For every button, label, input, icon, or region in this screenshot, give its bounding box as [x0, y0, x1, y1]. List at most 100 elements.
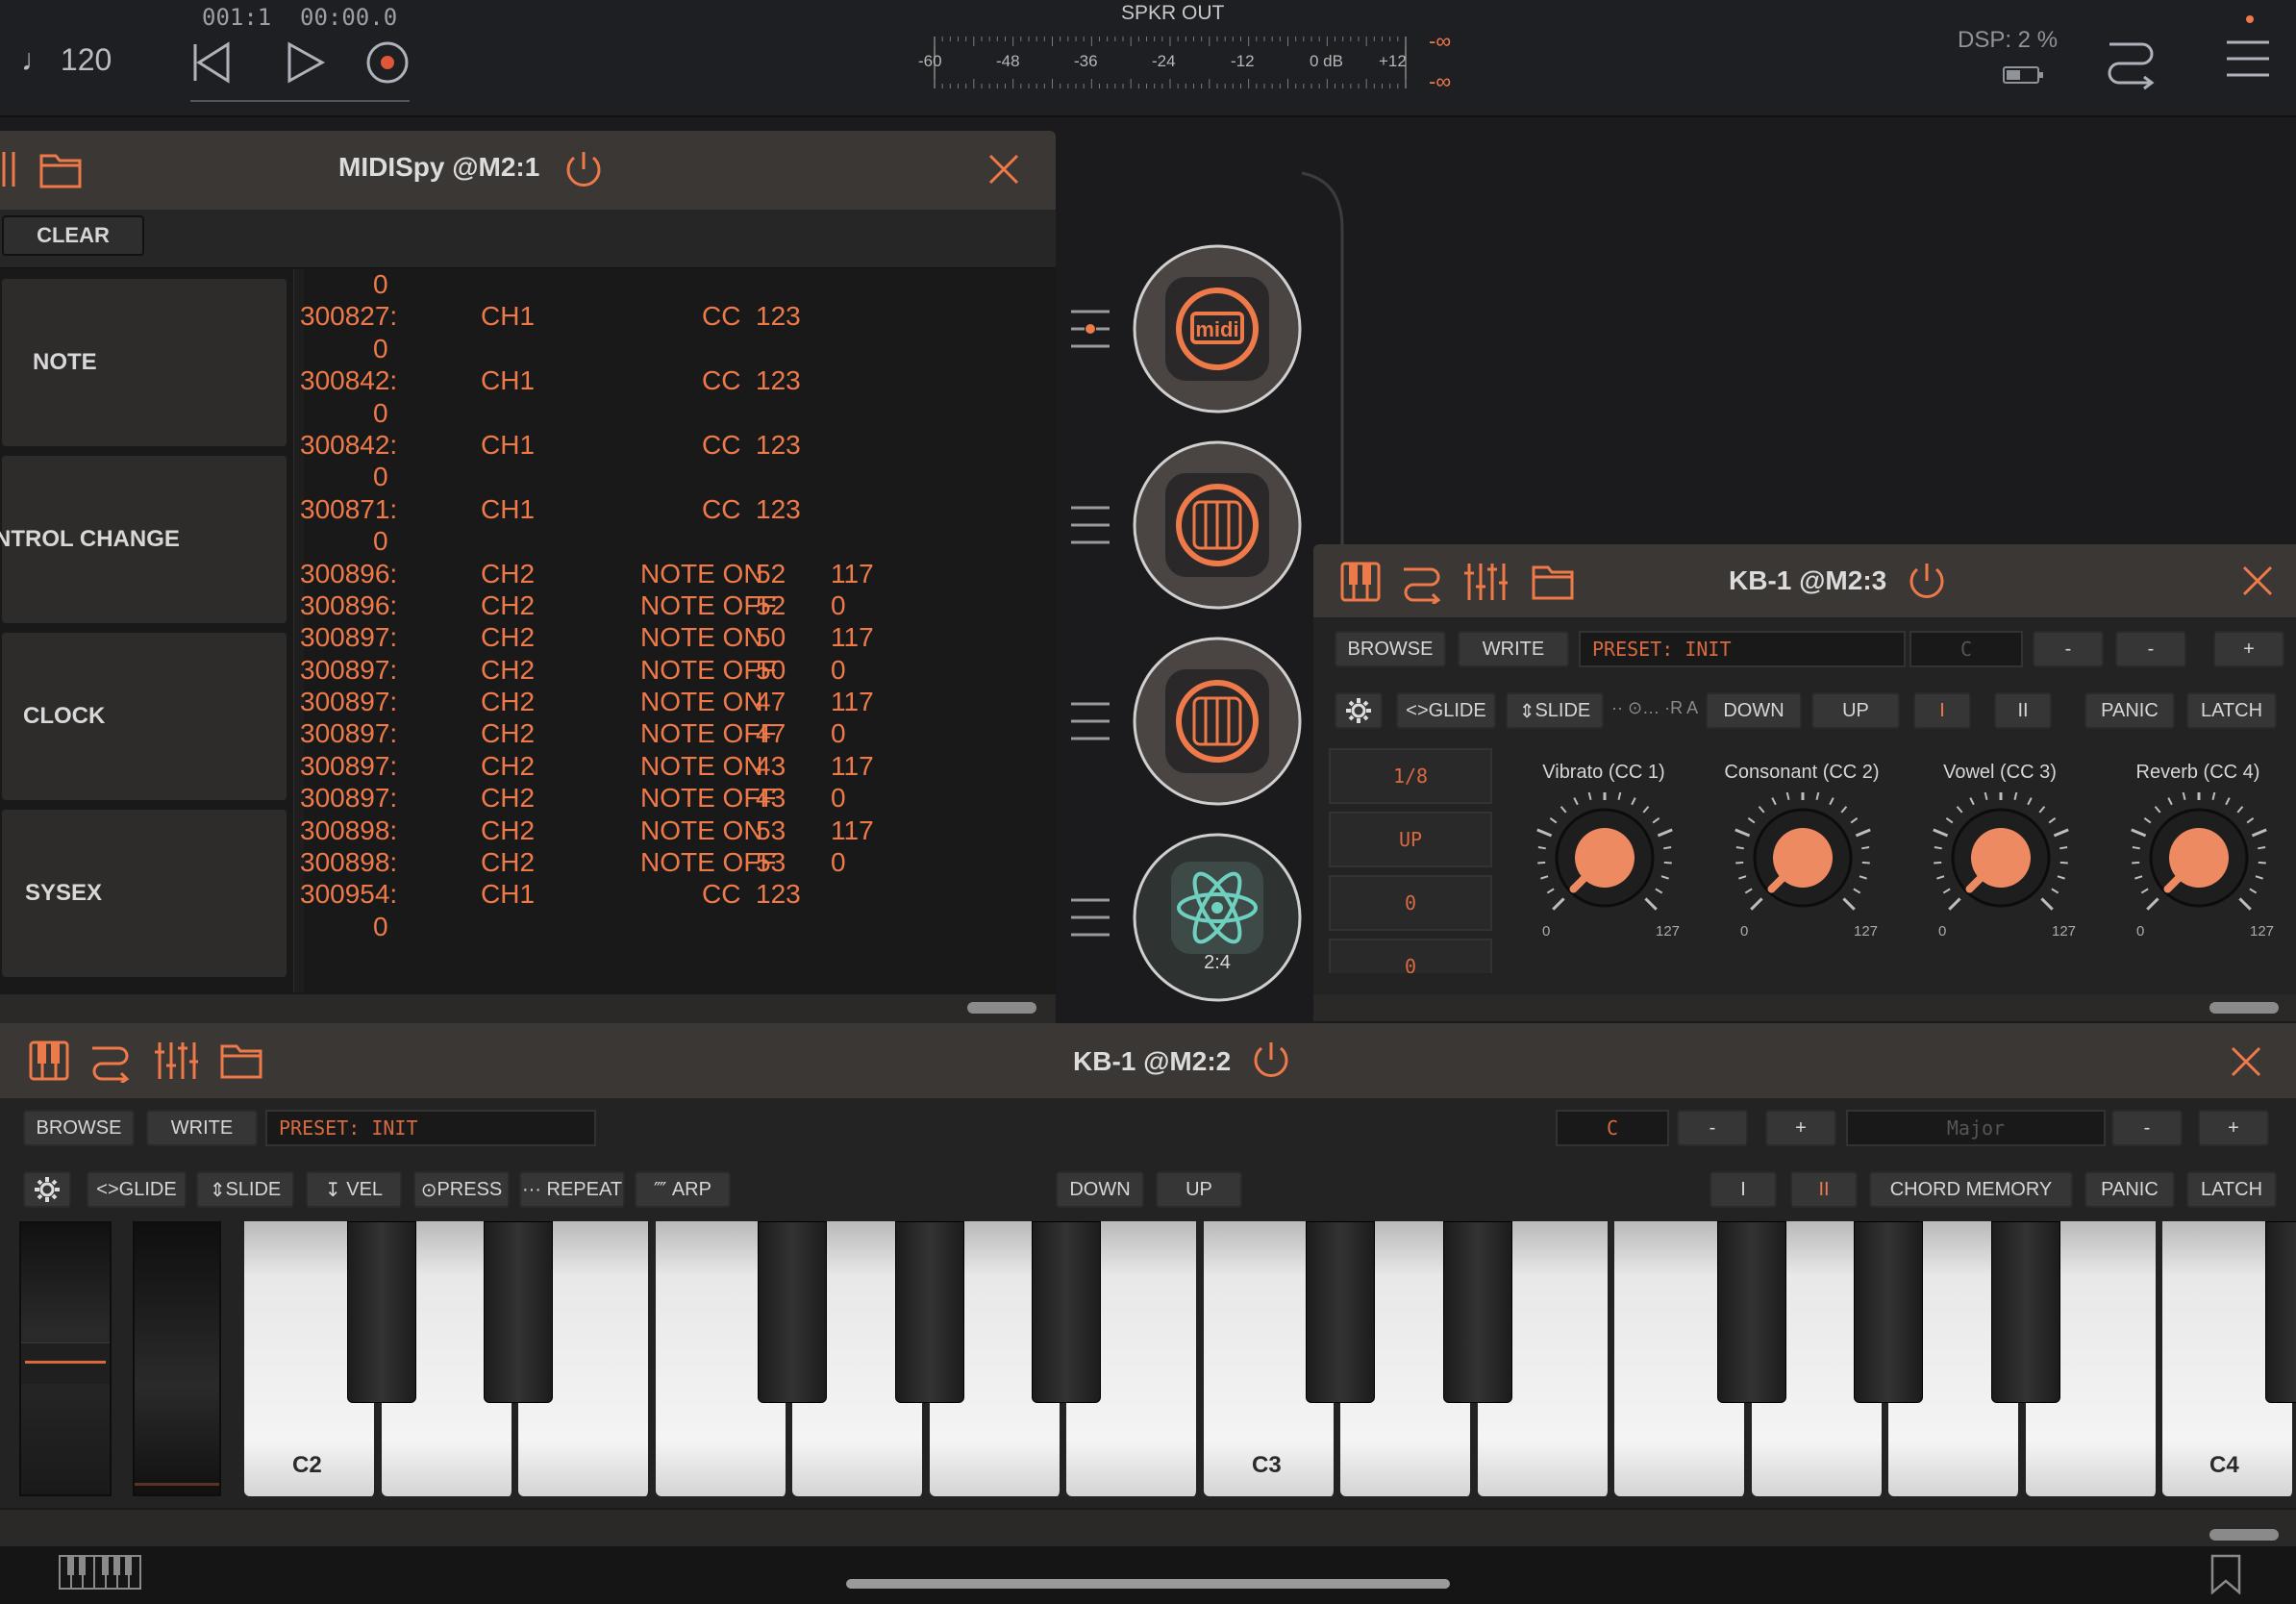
keyboard-dock-button[interactable] [58, 1554, 144, 1592]
kb2-latch-button[interactable]: LATCH [2186, 1171, 2277, 1208]
consonant-knob[interactable] [1721, 785, 1884, 937]
kb2-key-display[interactable]: C [1556, 1110, 1669, 1146]
record-button[interactable] [363, 38, 412, 87]
kb2-velocity-button[interactable]: ↧ VEL [306, 1171, 402, 1208]
chain-slot-handle-4[interactable] [1067, 894, 1113, 940]
kb2-panic-button[interactable]: PANIC [2084, 1171, 2175, 1208]
vibrato-knob[interactable] [1523, 785, 1686, 937]
kb3-glide-button[interactable]: <> GLIDE [1396, 692, 1496, 729]
kb2-scale-minus-button[interactable]: - [2111, 1110, 2183, 1146]
midi-event-log[interactable]: 0 300827: CH1 CC 123 0 300842: CH1 CC 123 0 300842:… [300, 269, 1050, 986]
resize-handle[interactable] [967, 1002, 1036, 1014]
kb3-panic-button[interactable]: PANIC [2084, 692, 2175, 729]
kb3-browse-button[interactable]: BROWSE [1335, 631, 1446, 667]
mod-wheel[interactable] [133, 1221, 221, 1496]
kb2-chord-memory-button[interactable]: CHORD MEMORY [1869, 1171, 2073, 1208]
bookmark-button[interactable] [2209, 1554, 2242, 1595]
tempo-display[interactable]: ♩ 120 [21, 42, 112, 78]
kb2-power-button[interactable] [1250, 1039, 1292, 1081]
play-button[interactable] [284, 38, 332, 87]
chain-kb1-node-a[interactable] [1133, 440, 1302, 610]
kb2-folder-button[interactable] [219, 1039, 263, 1083]
kb3-close-button[interactable] [2240, 564, 2275, 598]
filter-clock-button[interactable]: CLOCK [0, 631, 288, 802]
kb2-arp-button[interactable]: ⁗ ARP [635, 1171, 731, 1208]
kb2-scale-display[interactable]: Major [1846, 1110, 2106, 1146]
midispy-close-button[interactable] [985, 150, 1023, 188]
kb3-key-display[interactable]: C [1909, 631, 2023, 667]
kb2-layer-2-button[interactable]: II [1790, 1171, 1858, 1208]
kb3-latch-button[interactable]: LATCH [2186, 692, 2277, 729]
mixer-icon[interactable] [0, 148, 19, 190]
arp-octave-display[interactable]: 0 [1329, 875, 1492, 931]
menu-button[interactable] [2225, 35, 2271, 83]
reverb-knob[interactable] [2117, 785, 2281, 937]
kb3-folder-button[interactable] [1531, 560, 1575, 604]
kb2-pressure-button[interactable]: ⊙ PRESS [413, 1171, 510, 1208]
black-key[interactable] [1990, 1221, 2060, 1403]
pitch-bend-wheel[interactable] [19, 1221, 112, 1496]
routing-button[interactable] [2102, 33, 2159, 90]
black-key[interactable] [1306, 1221, 1375, 1403]
kb3-layer-2-button[interactable]: II [1994, 692, 2052, 729]
black-key[interactable] [484, 1221, 553, 1403]
kb3-layer-1-button[interactable]: I [1913, 692, 1971, 729]
kb3-scale-plus-button[interactable]: + [2213, 631, 2284, 667]
kb2-scale-plus-button[interactable]: + [2198, 1110, 2269, 1146]
kb3-key-minus-button[interactable]: - [2033, 631, 2104, 667]
kb3-down-button[interactable]: DOWN [1706, 692, 1802, 729]
kb2-mixer-button[interactable] [154, 1039, 198, 1083]
kb3-up-button[interactable]: UP [1811, 692, 1900, 729]
kb2-key-minus-button[interactable]: - [1677, 1110, 1748, 1146]
black-key[interactable] [2264, 1221, 2296, 1403]
clear-button[interactable]: CLEAR [2, 215, 144, 256]
arp-direction-display[interactable]: UP [1329, 812, 1492, 867]
resize-handle[interactable] [2209, 1002, 2279, 1014]
black-key[interactable] [758, 1221, 827, 1403]
kb2-layer-1-button[interactable]: I [1710, 1171, 1777, 1208]
kb3-mixer-button[interactable] [1463, 560, 1508, 604]
rewind-button[interactable] [187, 38, 236, 87]
kb3-preset-display[interactable]: PRESET: INIT [1579, 631, 1906, 667]
arp-rate-display[interactable]: 1/8 [1329, 748, 1492, 804]
filter-control-change-button[interactable]: NTROL CHANGE [0, 454, 288, 625]
black-key[interactable] [894, 1221, 964, 1403]
kb2-down-button[interactable]: DOWN [1056, 1171, 1144, 1208]
kb3-routing-button[interactable] [1400, 560, 1444, 606]
black-key[interactable] [346, 1221, 416, 1403]
kb3-write-button[interactable]: WRITE [1458, 631, 1569, 667]
black-key[interactable] [1854, 1221, 1923, 1403]
kb2-close-button[interactable] [2229, 1044, 2263, 1079]
vowel-knob[interactable] [1919, 785, 2083, 937]
arp-swing-display[interactable]: 0 [1329, 939, 1492, 973]
chain-slot-handle-3[interactable] [1067, 698, 1113, 744]
kb2-slide-button[interactable]: ⇕ SLIDE [196, 1171, 294, 1208]
black-key[interactable] [1442, 1221, 1512, 1403]
kb2-routing-button[interactable] [88, 1039, 133, 1085]
black-key[interactable] [1716, 1221, 1786, 1403]
kb2-preset-display[interactable]: PRESET: INIT [265, 1110, 596, 1146]
home-indicator[interactable] [846, 1579, 1450, 1589]
kb2-write-button[interactable]: WRITE [146, 1110, 258, 1146]
kb3-settings-button[interactable] [1335, 692, 1383, 729]
kb2-settings-button[interactable] [23, 1171, 71, 1208]
kb3-scale-minus-button[interactable]: - [2115, 631, 2186, 667]
chain-slot-handle-1[interactable] [1067, 306, 1113, 352]
kb2-glide-button[interactable]: <> GLIDE [87, 1171, 187, 1208]
black-key[interactable] [1032, 1221, 1101, 1403]
kb2-key-plus-button[interactable]: + [1765, 1110, 1836, 1146]
chain-slot-handle-2[interactable] [1067, 502, 1113, 548]
kb2-keyboard-button[interactable] [29, 1040, 69, 1081]
kb3-power-button[interactable] [1906, 560, 1948, 602]
resize-handle[interactable] [2209, 1529, 2279, 1541]
chain-midispy-node[interactable]: midi [1133, 244, 1302, 414]
midispy-power-button[interactable] [562, 148, 605, 190]
kb3-slide-button[interactable]: ⇕ SLIDE [1506, 692, 1604, 729]
filter-note-button[interactable]: NOTE [0, 277, 288, 448]
chain-kb1-node-b[interactable] [1133, 637, 1302, 806]
filter-sysex-button[interactable]: SYSEX [0, 808, 288, 979]
kb2-repeat-button[interactable]: ··· REPEAT [519, 1171, 625, 1208]
folder-button[interactable] [38, 148, 83, 190]
kb2-browse-button[interactable]: BROWSE [23, 1110, 135, 1146]
kb3-keyboard-button[interactable] [1340, 562, 1381, 602]
